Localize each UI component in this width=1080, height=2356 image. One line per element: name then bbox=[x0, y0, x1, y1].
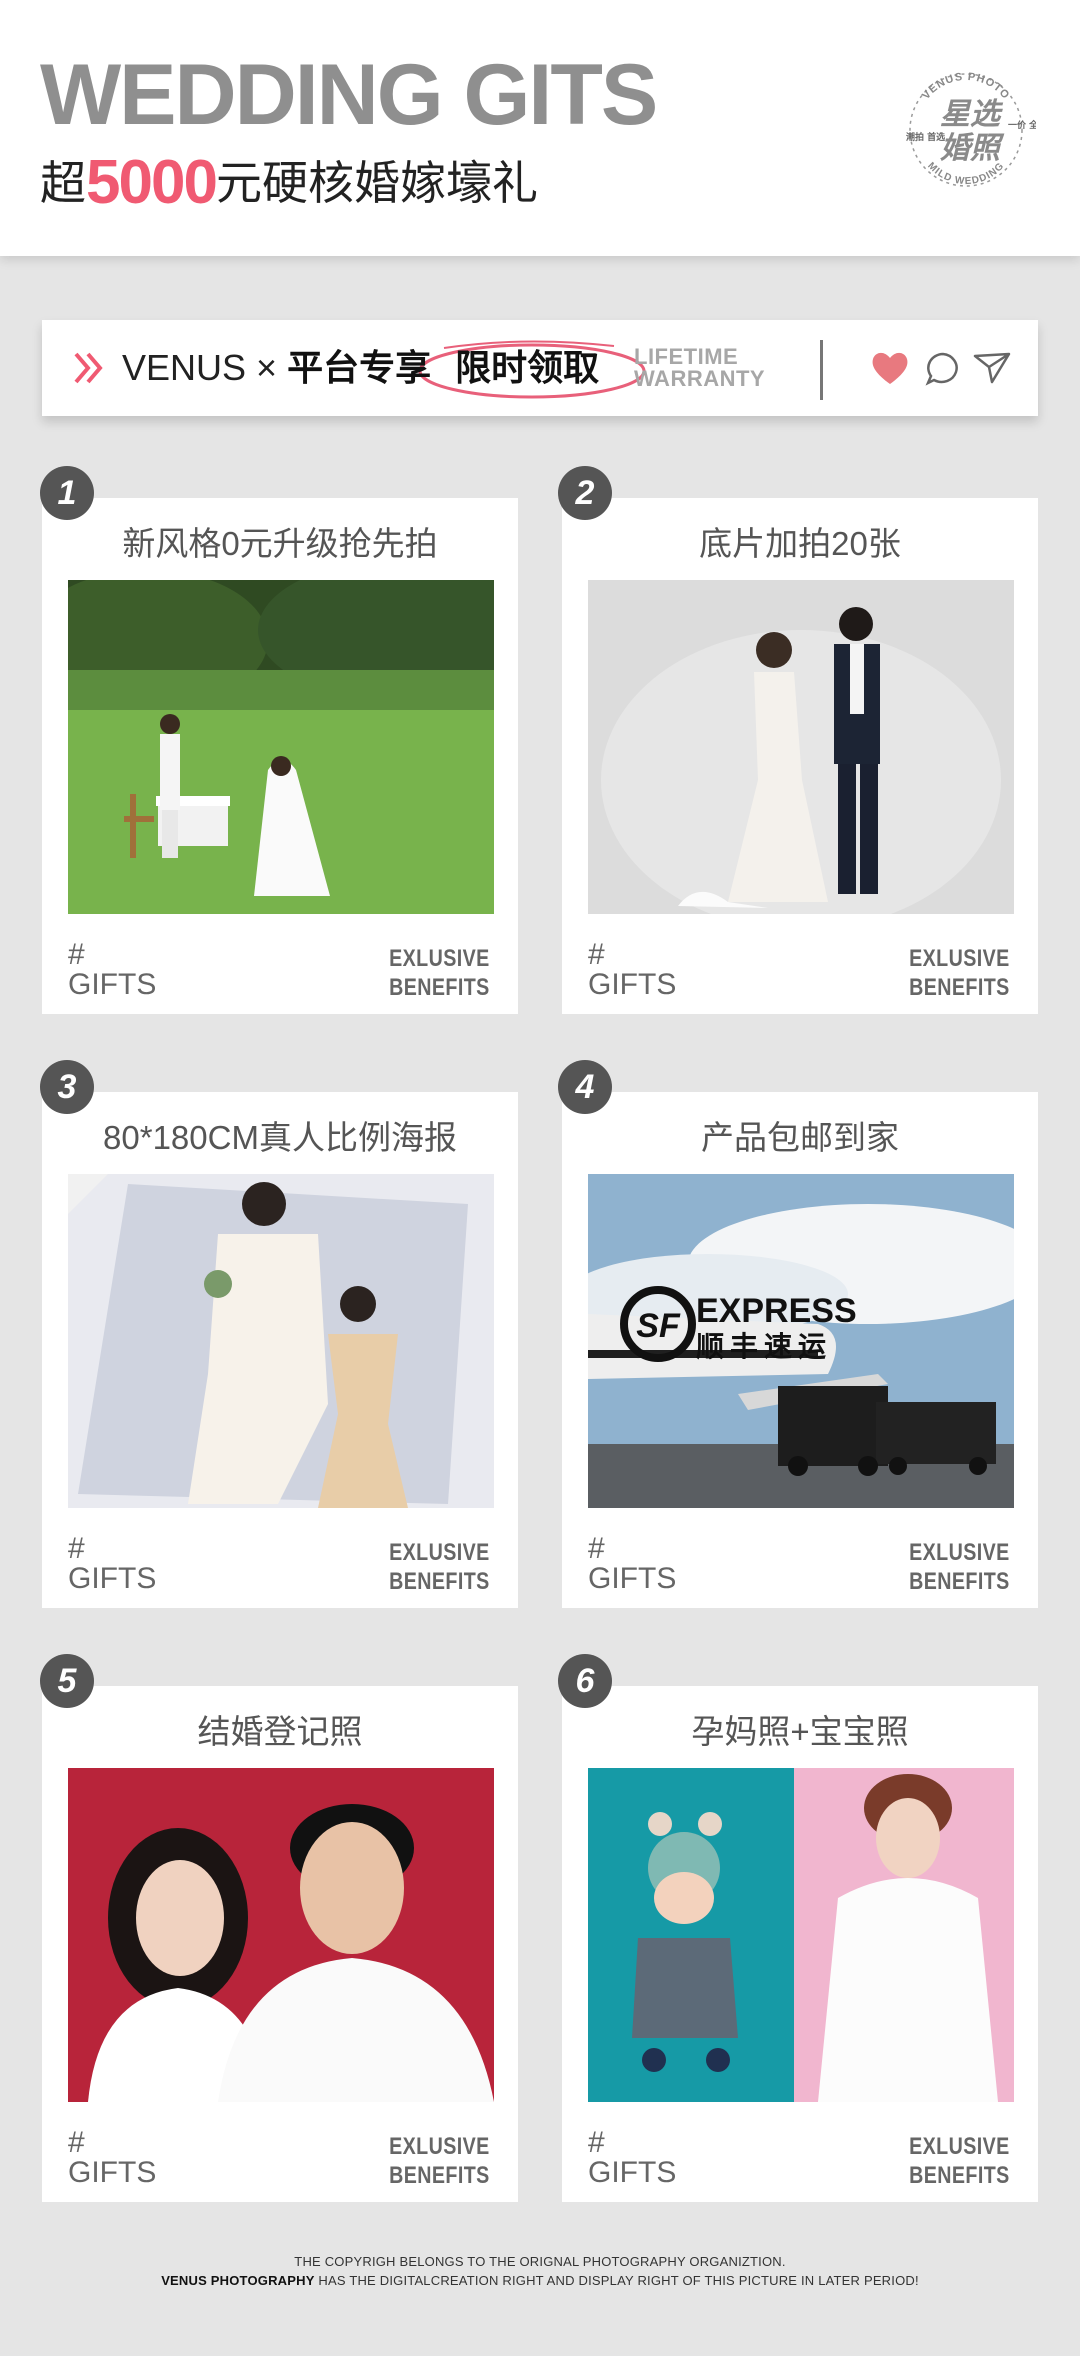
photo-express-delivery: SF EXPRESS 顺丰速运 bbox=[588, 1174, 1014, 1508]
page-subtitle: 超5000元硬核婚嫁壕礼 bbox=[40, 152, 538, 214]
express-text: EXPRESS bbox=[696, 1292, 857, 1330]
send-icon[interactable] bbox=[972, 350, 1012, 386]
benefits-text: BENEFITS bbox=[909, 974, 1010, 1001]
gifts-label: # GIFTS bbox=[588, 940, 676, 1000]
chat-icon[interactable] bbox=[924, 350, 962, 386]
card-title: 新风格0元升级抢先拍 bbox=[122, 525, 438, 562]
exclusive-text: EXLUSIVE bbox=[909, 1539, 1010, 1566]
exclusive-text: EXLUSIVE bbox=[389, 1539, 490, 1566]
exclusive-text: EXLUSIVE bbox=[389, 2133, 490, 2160]
studio-name: VENUS PHOTOGRAPHY bbox=[161, 2273, 315, 2288]
exclusive-text: EXLUSIVE bbox=[909, 945, 1010, 972]
header: WEDDING GITS 超5000元硬核婚嫁壕礼 VENUS PHOTO MI… bbox=[0, 0, 1080, 256]
lifetime-warranty: LIFETIME WARRANTY bbox=[634, 346, 765, 390]
heart-icon[interactable] bbox=[870, 350, 910, 386]
card-number-badge: 5 bbox=[40, 1654, 94, 1708]
gift-card-6[interactable]: 孕妈照+宝宝照 # GIFTS EXLUSIVE BENEFITS bbox=[562, 1686, 1038, 2202]
benefits-label: EXLUSIVE BENEFITS bbox=[389, 944, 490, 1002]
photo-marriage-registration bbox=[68, 1768, 494, 2102]
card-title: 孕妈照+宝宝照 bbox=[691, 1713, 909, 1750]
hash: # bbox=[588, 1532, 605, 1565]
photo-poster bbox=[68, 1174, 494, 1508]
card-number-badge: 4 bbox=[558, 1060, 612, 1114]
brand-name: VENUS bbox=[122, 347, 247, 388]
benefits-label: EXLUSIVE BENEFITS bbox=[909, 944, 1010, 1002]
seal-main-2: 婚照 bbox=[940, 131, 1005, 166]
card-title: 产品包邮到家 bbox=[701, 1119, 899, 1156]
benefits-text: BENEFITS bbox=[909, 1568, 1010, 1595]
copyright-line-2: VENUS PHOTOGRAPHY HAS THE DIGITALCREATIO… bbox=[0, 2271, 1080, 2290]
sf-logo: SF bbox=[636, 1307, 681, 1345]
times-sign: × bbox=[256, 347, 278, 388]
warranty-label: WARRANTY bbox=[634, 366, 766, 391]
benefits-text: BENEFITS bbox=[389, 1568, 490, 1595]
gifts-label: # GIFTS bbox=[68, 1534, 156, 1594]
benefits-label: EXLUSIVE BENEFITS bbox=[389, 2132, 490, 2190]
gifts-label: # GIFTS bbox=[68, 940, 156, 1000]
hash: # bbox=[68, 1532, 85, 1565]
copyright-line-1: THE COPYRIGH BELONGS TO THE ORIGNAL PHOT… bbox=[294, 2254, 786, 2269]
platform-bar: VENUS × 平台专享 限时领取 LIFETIME WARRANTY bbox=[42, 320, 1038, 416]
gifts-label: # GIFTS bbox=[68, 2128, 156, 2188]
hash: # bbox=[68, 2126, 85, 2159]
card-number-badge: 1 bbox=[40, 466, 94, 520]
seal-left-small: 潮拍 首选 bbox=[906, 131, 945, 143]
divider bbox=[820, 340, 823, 400]
double-chevron-icon bbox=[74, 352, 103, 384]
sf-chinese-text: 顺丰速运 bbox=[696, 1330, 832, 1363]
gifts-label: # GIFTS bbox=[588, 2128, 676, 2188]
hash: # bbox=[588, 2126, 605, 2159]
gifts-text: GIFTS bbox=[588, 968, 677, 1001]
gift-card-5[interactable]: 结婚登记照 # GIFTS EXLUSIVE BENEFITS bbox=[42, 1686, 518, 2202]
subtitle-suffix: 元硬核婚嫁壕礼 bbox=[215, 157, 538, 209]
card-title: 结婚登记照 bbox=[197, 1713, 363, 1750]
hash: # bbox=[588, 938, 605, 971]
card-number-badge: 2 bbox=[558, 466, 612, 520]
exclusive-text: EXLUSIVE bbox=[909, 2133, 1010, 2160]
gifts-text: GIFTS bbox=[68, 1562, 157, 1595]
bar-text: VENUS × 平台专享 限时领取 bbox=[122, 348, 599, 388]
photo-maternity-baby bbox=[588, 1768, 1014, 2102]
gifts-text: GIFTS bbox=[588, 1562, 677, 1595]
gifts-label: # GIFTS bbox=[588, 1534, 676, 1594]
gifts-text: GIFTS bbox=[68, 968, 157, 1001]
card-title: 80*180CM真人比例海报 bbox=[103, 1119, 457, 1156]
photo-couple-lawn bbox=[68, 580, 494, 914]
hash: # bbox=[68, 938, 85, 971]
brand-seal-logo: VENUS PHOTO MILD WEDDING 星选 婚照 潮拍 首选 一价 … bbox=[906, 71, 1036, 187]
gift-card-1[interactable]: 新风格0元升级抢先拍 # GIFTS EXLUSIVE BENEFITS bbox=[42, 498, 518, 1014]
benefits-label: EXLUSIVE BENEFITS bbox=[909, 2132, 1010, 2190]
copyright-footer: THE COPYRIGH BELONGS TO THE ORIGNAL PHOT… bbox=[0, 2252, 1080, 2290]
card-title: 底片加拍20张 bbox=[699, 525, 901, 562]
photo-couple-studio bbox=[588, 580, 1014, 914]
seal-right-small: 一价 全包 bbox=[1008, 119, 1036, 131]
copyright-rest: HAS THE DIGITALCREATION RIGHT AND DISPLA… bbox=[314, 2273, 919, 2288]
subtitle-number: 5000 bbox=[86, 148, 218, 217]
card-number-badge: 6 bbox=[558, 1654, 612, 1708]
benefits-label: EXLUSIVE BENEFITS bbox=[909, 1538, 1010, 1596]
gift-card-4[interactable]: 产品包邮到家 SF EXPRESS 顺丰速运 # GIFTS EXLUSIVE … bbox=[562, 1092, 1038, 1608]
limited-time-claim[interactable]: 限时领取 bbox=[455, 347, 599, 388]
page-title: WEDDING GITS bbox=[40, 47, 658, 143]
gift-card-2[interactable]: 底片加拍20张 # GIFTS EXLUSIVE BENEFITS bbox=[562, 498, 1038, 1014]
benefits-text: BENEFITS bbox=[389, 974, 490, 1001]
card-number-badge: 3 bbox=[40, 1060, 94, 1114]
benefits-label: EXLUSIVE BENEFITS bbox=[389, 1538, 490, 1596]
gifts-text: GIFTS bbox=[588, 2156, 677, 2189]
subtitle-prefix: 超 bbox=[40, 157, 86, 209]
platform-exclusive: 平台专享 bbox=[287, 347, 432, 388]
gifts-text: GIFTS bbox=[68, 2156, 157, 2189]
lifetime-label: LIFETIME bbox=[634, 344, 739, 369]
exclusive-text: EXLUSIVE bbox=[389, 945, 490, 972]
seal-main-1: 星选 bbox=[940, 97, 1004, 132]
gift-card-3[interactable]: 80*180CM真人比例海报 # GIFTS EXLUSIVE BENEFITS bbox=[42, 1092, 518, 1608]
benefits-text: BENEFITS bbox=[389, 2162, 490, 2189]
benefits-text: BENEFITS bbox=[909, 2162, 1010, 2189]
